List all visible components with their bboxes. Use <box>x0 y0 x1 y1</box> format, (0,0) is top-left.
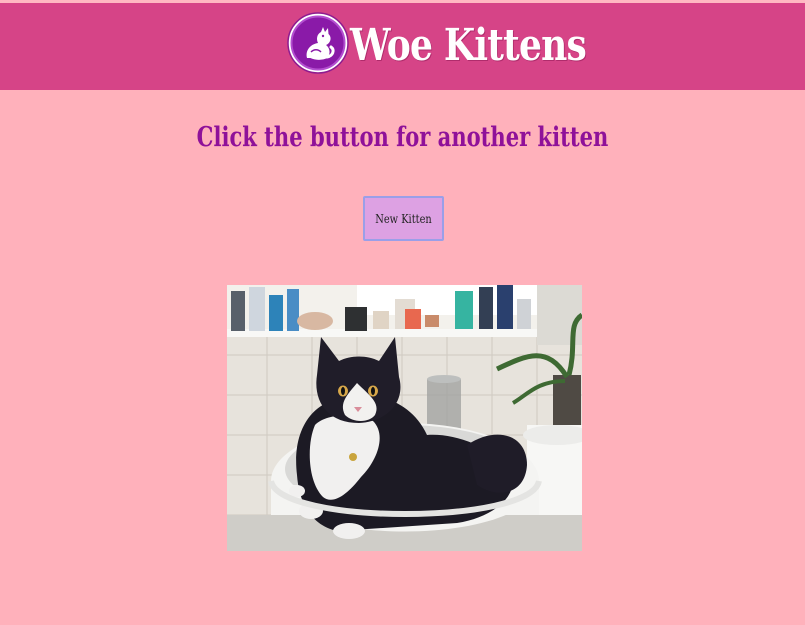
cat-logo-icon <box>287 12 349 74</box>
new-kitten-button-label: New Kitten <box>375 211 432 226</box>
new-kitten-button[interactable]: New Kitten <box>363 196 444 241</box>
site-header: Woe Kittens <box>0 3 805 90</box>
kitten-photo <box>227 285 582 551</box>
site-title: Woe Kittens <box>350 20 587 71</box>
page-prompt: Click the button for another kitten <box>196 122 609 153</box>
